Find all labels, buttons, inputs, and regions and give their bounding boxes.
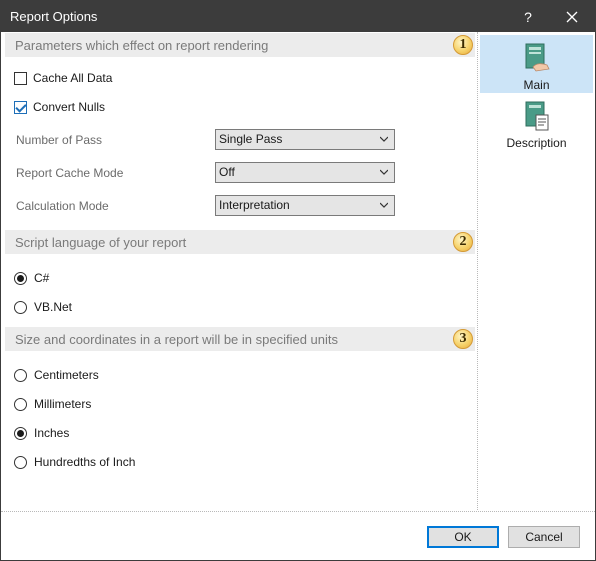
radio-label: Millimeters [34,397,92,411]
section-title: Size and coordinates in a report will be… [15,332,339,347]
footer-divider [1,511,595,512]
radio-button[interactable] [14,426,27,440]
description-page-icon [525,101,549,131]
radio-label: Inches [34,426,70,440]
section-header-units: Size and coordinates in a report will be… [5,327,475,351]
select-value: Interpretation [219,198,290,212]
help-button[interactable]: ? [507,1,549,32]
calculation-mode-label: Calculation Mode [16,199,109,213]
sidebar-item-main[interactable]: Main [480,35,593,93]
section-header-script: Script language of your report 2 [5,230,475,254]
report-options-dialog: Report Options ? Parameters which effect… [0,0,596,561]
radio-centimeters[interactable]: Centimeters [14,367,99,383]
radio-button[interactable] [14,271,27,285]
cache-all-data-checkbox[interactable]: Cache All Data [14,70,112,86]
radio-label: Centimeters [34,368,99,382]
radio-button[interactable] [14,368,27,382]
sidebar-item-description[interactable]: Description [480,93,593,151]
radio-label: Hundredths of Inch [34,455,136,469]
main-page-icon [525,43,550,72]
radio-vbnet[interactable]: VB.Net [14,299,72,315]
sidebar: Main Description [477,32,595,510]
section-title: Script language of your report [15,235,187,250]
radio-button[interactable] [14,300,27,314]
checkbox-label: Cache All Data [33,71,113,85]
convert-nulls-checkbox[interactable]: Convert Nulls [14,99,105,115]
checkbox-label: Convert Nulls [33,100,106,114]
checkbox-box[interactable] [14,100,27,114]
radio-label: C# [34,271,50,285]
options-panel: Parameters which effect on report render… [1,32,477,510]
calculation-mode-select[interactable]: Interpretation [215,195,395,216]
section-header-rendering: Parameters which effect on report render… [5,33,475,57]
title-bar: Report Options ? [1,1,595,32]
select-value: Off [219,165,235,179]
ok-button[interactable]: OK [427,526,499,548]
radio-label: VB.Net [34,300,73,314]
chevron-down-icon [380,202,388,208]
close-icon [566,11,578,22]
select-value: Single Pass [219,132,283,146]
radio-button[interactable] [14,397,27,411]
radio-csharp[interactable]: C# [14,270,49,286]
sidebar-item-label: Description [506,136,567,150]
sidebar-item-label: Main [523,78,550,92]
section-title: Parameters which effect on report render… [15,38,269,53]
checkbox-box[interactable] [14,71,27,85]
radio-millimeters[interactable]: Millimeters [14,396,91,412]
chevron-down-icon [380,169,388,175]
cancel-button[interactable]: Cancel [508,526,580,548]
radio-hundredths-of-inch[interactable]: Hundredths of Inch [14,454,135,470]
number-of-pass-label: Number of Pass [16,133,103,147]
radio-button[interactable] [14,455,27,469]
section-number-badge: 3 [453,329,473,349]
close-button[interactable] [551,1,593,32]
radio-inches[interactable]: Inches [14,425,69,441]
chevron-down-icon [380,136,388,142]
report-cache-mode-label: Report Cache Mode [16,166,124,180]
window-title: Report Options [10,9,98,24]
report-cache-mode-select[interactable]: Off [215,162,395,183]
section-number-badge: 1 [453,35,473,55]
section-number-badge: 2 [453,232,473,252]
number-of-pass-select[interactable]: Single Pass [215,129,395,150]
